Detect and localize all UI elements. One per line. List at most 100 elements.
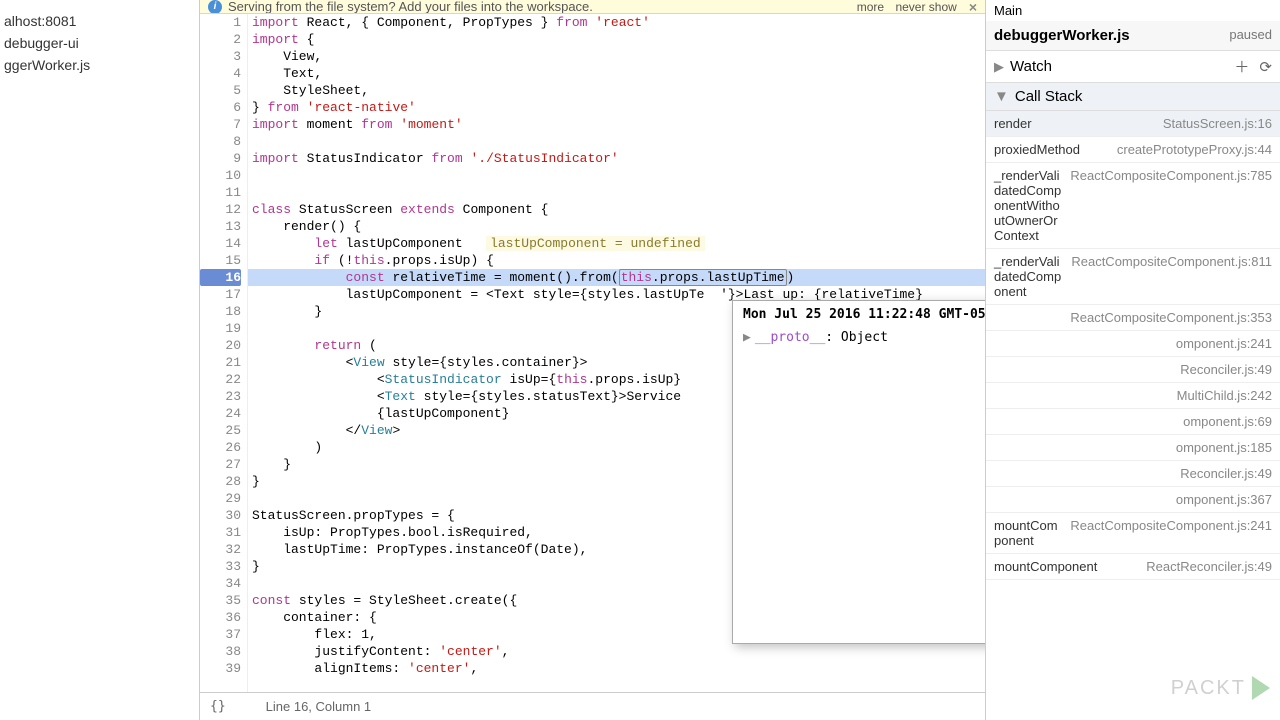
line-number[interactable]: 39	[200, 660, 241, 677]
stack-frame[interactable]: renderStatusScreen.js:16	[986, 111, 1280, 137]
watch-section[interactable]: ▶ Watch ＋ ⟳	[986, 51, 1280, 83]
line-number[interactable]: 21	[200, 354, 241, 371]
line-number[interactable]: 17	[200, 286, 241, 303]
braces-icon[interactable]: {}	[210, 699, 226, 714]
refresh-icon[interactable]: ⟳	[1259, 58, 1272, 76]
code-line[interactable]: Text,	[248, 65, 985, 82]
callstack-frames: renderStatusScreen.js:16proxiedMethodcre…	[986, 111, 1280, 720]
chevron-down-icon[interactable]: ▼	[994, 88, 1009, 105]
stack-frame[interactable]: ReactCompositeComponent.js:353	[986, 305, 1280, 331]
line-number[interactable]: 29	[200, 490, 241, 507]
line-number[interactable]: 26	[200, 439, 241, 456]
stack-frame[interactable]: proxiedMethodcreatePrototypeProxy.js:44	[986, 137, 1280, 163]
line-number[interactable]: 14	[200, 235, 241, 252]
chevron-right-icon[interactable]: ▶	[743, 330, 751, 345]
debugger-panel: Main debuggerWorker.js paused ▶ Watch ＋ …	[985, 0, 1280, 720]
line-number[interactable]: 8	[200, 133, 241, 150]
plus-icon[interactable]: ＋	[1234, 56, 1249, 77]
stack-frame[interactable]: omponent.js:367	[986, 487, 1280, 513]
code-line[interactable]: const relativeTime = moment().from(this.…	[248, 269, 985, 286]
tree-item[interactable]: ggerWorker.js	[0, 54, 199, 76]
stack-frame[interactable]: omponent.js:241	[986, 331, 1280, 357]
code-line[interactable]	[248, 133, 985, 150]
line-number[interactable]: 5	[200, 82, 241, 99]
code-line[interactable]: import React, { Component, PropTypes } f…	[248, 14, 985, 31]
stack-frame[interactable]: mountComponentReactCompositeComponent.js…	[986, 513, 1280, 554]
close-icon[interactable]: ×	[969, 0, 977, 14]
banner-text: Serving from the file system? Add your f…	[228, 0, 853, 14]
line-number[interactable]: 15	[200, 252, 241, 269]
code-line[interactable]: justifyContent: 'center',	[248, 643, 985, 660]
line-number[interactable]: 18	[200, 303, 241, 320]
stack-frame[interactable]: _renderValidatedComponentWithoutOwnerOrC…	[986, 163, 1280, 249]
line-number[interactable]: 12	[200, 201, 241, 218]
code-line[interactable]: class StatusScreen extends Component {	[248, 201, 985, 218]
code-line[interactable]: alignItems: 'center',	[248, 660, 985, 677]
code-line[interactable]	[248, 184, 985, 201]
frame-location: Reconciler.js:49	[1180, 362, 1272, 377]
status-bar: {} Line 16, Column 1	[200, 692, 985, 720]
line-number[interactable]: 31	[200, 524, 241, 541]
banner-never-link[interactable]: never show	[895, 0, 956, 14]
stack-frame[interactable]: _renderValidatedComponentReactCompositeC…	[986, 249, 1280, 305]
code-line[interactable]: if (!this.props.isUp) {	[248, 252, 985, 269]
line-number[interactable]: 23	[200, 388, 241, 405]
line-number[interactable]: 36	[200, 609, 241, 626]
worker-row[interactable]: debuggerWorker.js paused	[986, 21, 1280, 51]
line-number[interactable]: 4	[200, 65, 241, 82]
line-number[interactable]: 24	[200, 405, 241, 422]
line-number[interactable]: 7	[200, 116, 241, 133]
line-number[interactable]: 30	[200, 507, 241, 524]
code-line[interactable]: View,	[248, 48, 985, 65]
frame-location: omponent.js:69	[1183, 414, 1272, 429]
line-number[interactable]: 32	[200, 541, 241, 558]
frame-function: mountComponent	[994, 559, 1146, 574]
code-line[interactable]: } from 'react-native'	[248, 99, 985, 116]
line-number[interactable]: 20	[200, 337, 241, 354]
code-line[interactable]: import {	[248, 31, 985, 48]
tree-item[interactable]: alhost:8081	[0, 10, 199, 32]
code-line[interactable]: import moment from 'moment'	[248, 116, 985, 133]
line-number[interactable]: 16	[200, 269, 241, 286]
thread-main[interactable]: Main	[986, 0, 1280, 21]
line-gutter[interactable]: 1234567891011121314151617181920212223242…	[200, 14, 248, 692]
code-line[interactable]: let lastUpComponent lastUpComponent = un…	[248, 235, 985, 252]
line-number[interactable]: 33	[200, 558, 241, 575]
line-number[interactable]: 19	[200, 320, 241, 337]
stack-frame[interactable]: mountComponentReactReconciler.js:49	[986, 554, 1280, 580]
line-number[interactable]: 2	[200, 31, 241, 48]
line-number[interactable]: 9	[200, 150, 241, 167]
code-line[interactable]: StyleSheet,	[248, 82, 985, 99]
line-number[interactable]: 27	[200, 456, 241, 473]
line-number[interactable]: 37	[200, 626, 241, 643]
proto-key: __proto__	[755, 330, 825, 345]
line-number[interactable]: 34	[200, 575, 241, 592]
stack-frame[interactable]: Reconciler.js:49	[986, 357, 1280, 383]
stack-frame[interactable]: omponent.js:185	[986, 435, 1280, 461]
banner-more-link[interactable]: more	[857, 0, 884, 14]
line-number[interactable]: 10	[200, 167, 241, 184]
line-number[interactable]: 6	[200, 99, 241, 116]
line-number[interactable]: 22	[200, 371, 241, 388]
frame-function	[994, 388, 1177, 403]
stack-frame[interactable]: Reconciler.js:49	[986, 461, 1280, 487]
code-line[interactable]: import StatusIndicator from './StatusInd…	[248, 150, 985, 167]
line-number[interactable]: 25	[200, 422, 241, 439]
callstack-header[interactable]: ▼ Call Stack	[986, 83, 1280, 111]
line-number[interactable]: 35	[200, 592, 241, 609]
line-number[interactable]: 11	[200, 184, 241, 201]
stack-frame[interactable]: MultiChild.js:242	[986, 383, 1280, 409]
code-line[interactable]	[248, 167, 985, 184]
stack-frame[interactable]: omponent.js:69	[986, 409, 1280, 435]
frame-location: ReactReconciler.js:49	[1146, 559, 1272, 574]
chevron-right-icon[interactable]: ▶	[994, 59, 1004, 75]
code-line[interactable]: render() {	[248, 218, 985, 235]
line-number[interactable]: 13	[200, 218, 241, 235]
tree-item[interactable]: debugger-ui	[0, 32, 199, 54]
line-number[interactable]: 38	[200, 643, 241, 660]
code-editor[interactable]: 1234567891011121314151617181920212223242…	[200, 14, 985, 692]
line-number[interactable]: 3	[200, 48, 241, 65]
line-number[interactable]: 28	[200, 473, 241, 490]
info-icon: i	[208, 0, 222, 14]
line-number[interactable]: 1	[200, 14, 241, 31]
